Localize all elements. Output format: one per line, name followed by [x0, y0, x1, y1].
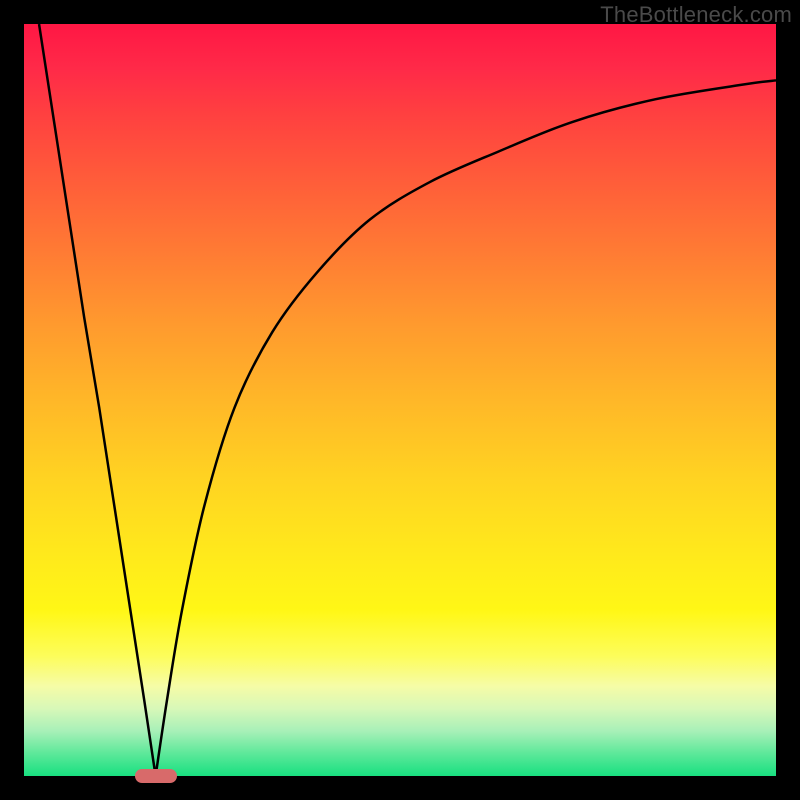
chart-frame: TheBottleneck.com — [0, 0, 800, 800]
bottleneck-curve-right — [156, 80, 776, 776]
curve-layer — [24, 24, 776, 776]
plot-area — [24, 24, 776, 776]
min-marker — [135, 769, 177, 783]
bottleneck-curve-left — [39, 24, 156, 776]
